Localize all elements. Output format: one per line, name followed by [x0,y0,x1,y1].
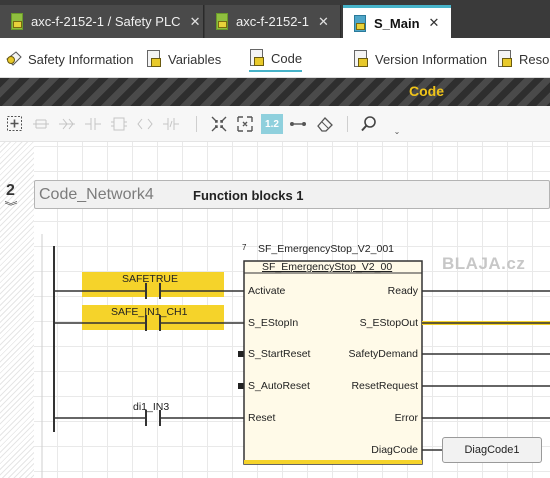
subtab-label: Code [271,50,303,66]
subtab-variables[interactable]: Variables [146,46,221,72]
close-icon[interactable]: ✕ [318,14,329,30]
editor-subtabs: Safety Information Variables Code Versio… [0,38,550,78]
document-tab-bar: axc-f-2152-1 / Safety PLC ✕ axc-f-2152-1… [0,0,550,38]
subtab-label: Safety Information [28,51,134,67]
version-information-icon [353,50,369,68]
output-pin-label: DiagCode [371,444,418,456]
tab-safety-plc[interactable]: axc-f-2152-1 / Safety PLC ✕ [0,5,204,38]
variables-icon [146,50,162,68]
contact-label[interactable]: SAFE_IN1_CH1 [111,306,187,318]
toolbar-separator [196,116,197,132]
subtab-label: Reso [519,51,550,67]
contact-icon[interactable] [84,115,102,133]
resources-icon [497,50,513,68]
connect-icon[interactable] [289,115,307,133]
tab-label: S_Main [374,15,420,31]
function-block-icon[interactable] [110,115,128,133]
parallel-branch-icon[interactable] [32,115,50,133]
zoom-level[interactable]: 1.2 [261,114,283,134]
subtab-safety-information[interactable]: Safety Information [6,46,134,72]
contact-label[interactable]: SAFETRUE [122,273,178,285]
subtab-resources[interactable]: Reso [497,46,549,72]
diagcode-variable[interactable]: DiagCode1 [442,437,542,463]
subtab-version-information[interactable]: Version Information [353,46,487,72]
safety-document-icon [10,13,24,30]
output-pin-label: SafetyDemand [348,348,418,360]
tab-label: axc-f-2152-1 / Safety PLC [31,14,181,29]
function-block-footer [244,460,422,464]
zoom-to-fit-icon[interactable] [210,115,228,133]
safety-document-icon [215,13,229,30]
ld-toolbar: 1.2 ⌄ [0,106,550,142]
safety-information-icon [6,50,22,68]
eraser-icon[interactable] [316,115,334,133]
close-icon[interactable]: ✕ [429,15,440,31]
search-icon[interactable] [360,115,378,133]
toolbar-separator [347,116,348,132]
block-instance-name[interactable]: SF_EmergencyStop_V2_001 [258,243,394,255]
subtab-label: Version Information [375,51,488,67]
input-pin-label: S_AutoReset [248,380,310,392]
rising-edge-icon[interactable] [162,115,180,133]
code-icon [249,49,265,67]
input-pin-marker [238,383,244,389]
output-pin-label: Ready [387,285,418,297]
safety-program-icon [353,14,367,32]
editor-title-strip: Code [0,78,550,106]
subtab-label: Variables [168,51,222,67]
input-pin-label: S_StartReset [248,348,311,360]
close-icon[interactable]: ✕ [190,14,201,30]
output-pin-label: ResetRequest [351,380,418,392]
search-dropdown-icon[interactable]: ⌄ [388,122,406,140]
editor-title: Code [409,83,444,99]
tab-s-main[interactable]: S_Main ✕ [343,5,451,38]
coil-icon[interactable] [58,115,76,133]
contact-label[interactable]: di1_IN3 [133,401,169,413]
output-pin-label: Error [394,412,418,424]
tab-label: axc-f-2152-1 [236,14,309,29]
add-network-icon[interactable] [6,115,24,133]
tab-device[interactable]: axc-f-2152-1 ✕ [205,5,341,38]
block-index: 7 [242,243,247,252]
ld-canvas[interactable]: 2 ︾ Code_Network4 Function blocks 1 SAFE… [0,142,550,478]
negated-contact-icon[interactable] [136,115,154,133]
input-pin-label: Reset [248,412,276,424]
contact-highlight [82,318,224,330]
input-pin-label: Activate [248,285,286,297]
watermark: BLAJA.cz [442,254,526,273]
input-pin-marker [238,351,244,357]
input-pin-label: S_EStopIn [248,317,299,329]
subtab-code[interactable]: Code [249,46,303,72]
zoom-out-icon[interactable] [236,115,254,133]
output-pin-label: S_EStopOut [359,317,418,329]
block-type-name: SF_EmergencyStop_V2_00 [262,261,393,273]
ladder-diagram [41,234,550,478]
